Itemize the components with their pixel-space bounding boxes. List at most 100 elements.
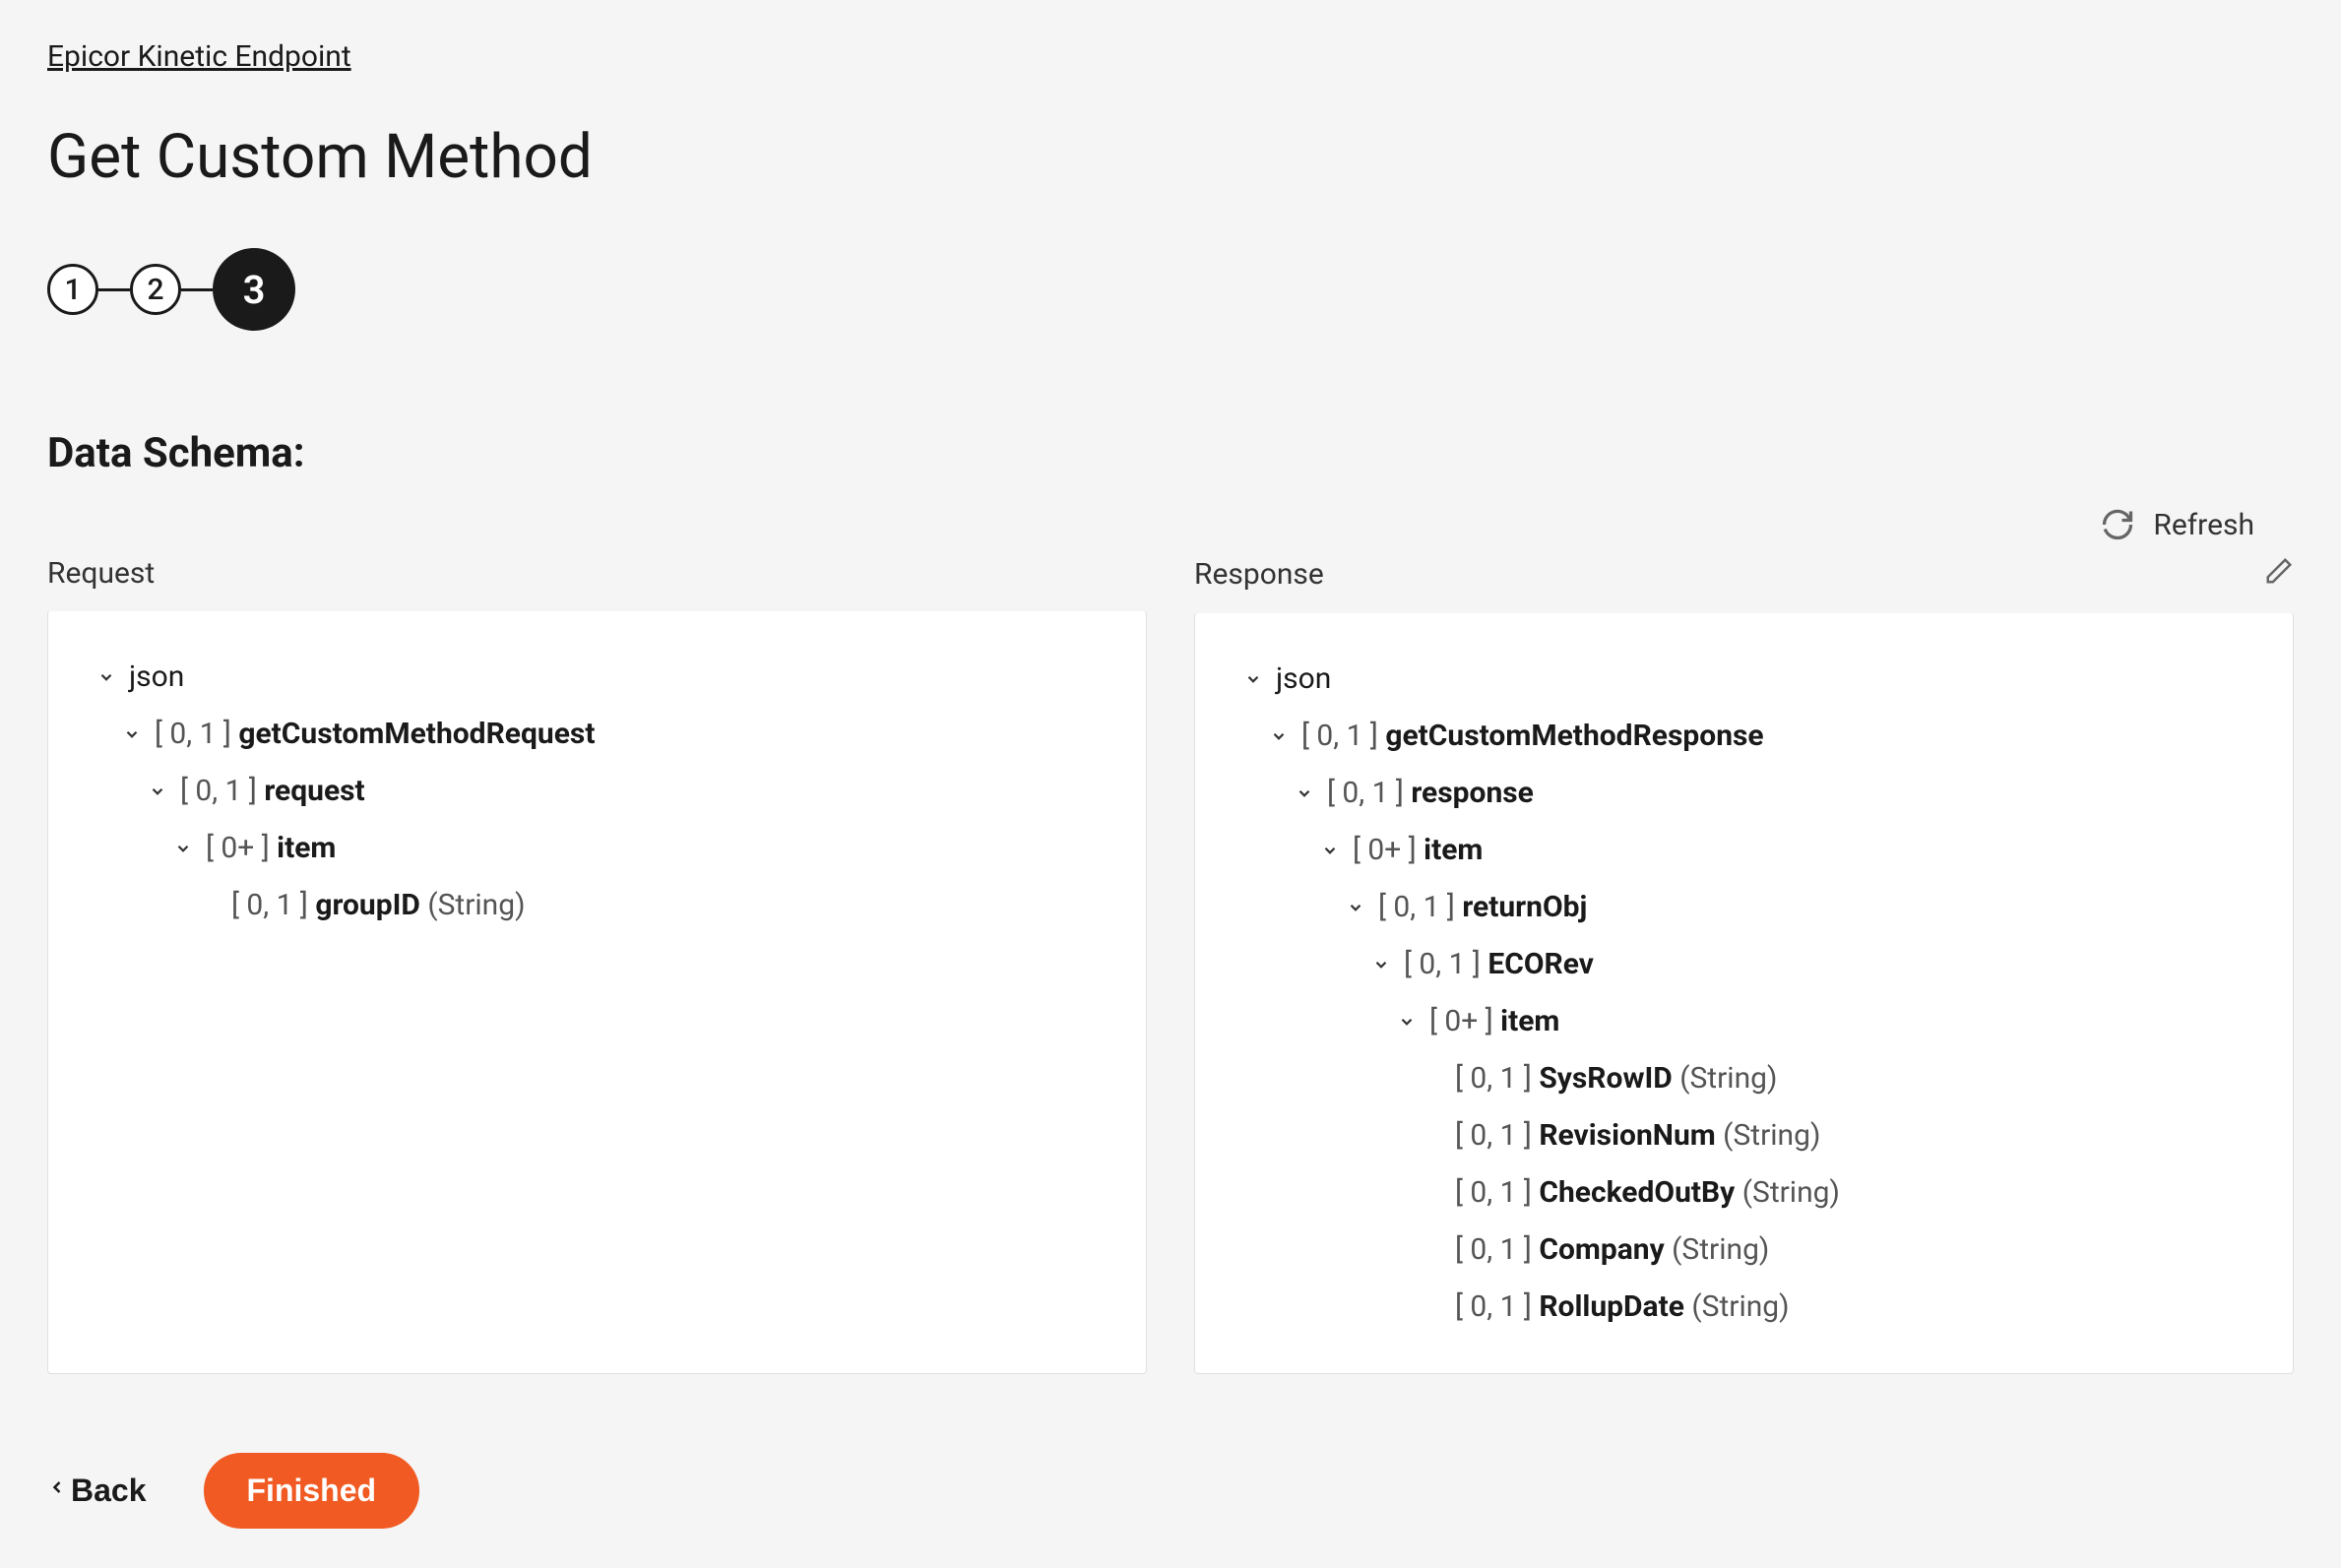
tree-node-label: [ 0, 1 ] SysRowID (String): [1455, 1058, 1777, 1099]
tree-node-label: [ 0+ ] item: [1429, 1001, 1559, 1042]
chevron-down-icon[interactable]: [1244, 669, 1262, 689]
node-cardinality: [ 0, 1 ]: [1455, 1232, 1539, 1267]
tree-node: [ 0, 1 ] RollupDate (String): [1244, 1279, 2244, 1336]
node-name: response: [1411, 776, 1534, 810]
node-name: item: [1424, 833, 1483, 867]
tree-node-label: [ 0, 1 ] getCustomMethodRequest: [155, 714, 595, 755]
node-type: (String): [1684, 1289, 1790, 1324]
node-name: CheckedOutBy: [1539, 1175, 1735, 1210]
request-title: Request: [47, 556, 155, 591]
refresh-icon[interactable]: [2100, 507, 2135, 542]
tree-node[interactable]: [ 0, 1 ] getCustomMethodRequest: [97, 706, 1097, 763]
node-cardinality: [ 0, 1 ]: [155, 717, 238, 751]
schema-toolbar: Refresh: [47, 507, 2294, 542]
node-name: RollupDate: [1539, 1289, 1684, 1324]
chevron-down-icon[interactable]: [1270, 726, 1288, 746]
node-name: RevisionNum: [1539, 1118, 1715, 1153]
page-title: Get Custom Method: [47, 121, 2294, 193]
step-3[interactable]: 3: [213, 248, 295, 331]
response-schema-panel: json[ 0, 1 ] getCustomMethodResponse[ 0,…: [1194, 612, 2294, 1374]
step-1[interactable]: 1: [47, 264, 98, 315]
wizard-stepper: 1 2 3: [47, 248, 2294, 331]
node-cardinality: [ 0, 1 ]: [1327, 776, 1411, 810]
back-label: Back: [71, 1473, 147, 1509]
tree-node-label: [ 0, 1 ] RollupDate (String): [1455, 1286, 1790, 1328]
node-type: (String): [1735, 1175, 1840, 1210]
step-2[interactable]: 2: [130, 264, 181, 315]
back-button[interactable]: Back: [47, 1473, 147, 1510]
tree-node[interactable]: [ 0+ ] item: [1244, 822, 2244, 879]
response-column: Response json [ 0, 1 ] getCustomMethodRes…: [1194, 548, 2294, 1374]
chevron-down-icon[interactable]: [1347, 898, 1364, 917]
step-connector: [98, 288, 130, 291]
tree-node[interactable]: [ 0, 1 ] response: [1244, 765, 2244, 822]
tree-node[interactable]: [ 0+ ] item: [1244, 993, 2244, 1050]
tree-node-label: [ 0, 1 ] RevisionNum (String): [1455, 1115, 1820, 1157]
request-column: Request json [ 0, 1 ] getCustomMethodRequ…: [47, 548, 1147, 1374]
tree-node[interactable]: [ 0+ ] item: [97, 820, 1097, 877]
node-name: json: [1276, 661, 1331, 696]
tree-node-label: [ 0, 1 ] groupID (String): [231, 885, 526, 926]
section-title: Data Schema:: [47, 429, 2294, 477]
node-name: Company: [1539, 1232, 1664, 1267]
node-type: (String): [1716, 1118, 1821, 1153]
tree-node: [ 0, 1 ] RevisionNum (String): [1244, 1107, 2244, 1164]
chevron-left-icon: [47, 1473, 67, 1510]
schema-grid: Request json [ 0, 1 ] getCustomMethodRequ…: [47, 548, 2294, 1374]
tree-node-label: [ 0, 1 ] ECORev: [1404, 944, 1594, 985]
tree-node[interactable]: [ 0, 1 ] returnObj: [1244, 879, 2244, 936]
tree-node[interactable]: [ 0, 1 ] ECORev: [1244, 936, 2244, 993]
node-cardinality: [ 0, 1 ]: [1301, 719, 1385, 753]
tree-node[interactable]: json: [1244, 651, 2244, 708]
tree-node[interactable]: json: [97, 649, 1097, 706]
tree-node-label: [ 0, 1 ] getCustomMethodResponse: [1301, 716, 1764, 757]
chevron-down-icon[interactable]: [1398, 1012, 1416, 1032]
node-cardinality: [ 0, 1 ]: [231, 888, 315, 922]
tree-node-label: [ 0, 1 ] returnObj: [1378, 887, 1587, 928]
node-type: (String): [1673, 1061, 1778, 1096]
chevron-down-icon[interactable]: [1296, 784, 1313, 803]
node-name: groupID: [315, 888, 420, 922]
tree-node-label: [ 0, 1 ] response: [1327, 773, 1534, 814]
node-name: SysRowID: [1539, 1061, 1672, 1096]
node-cardinality: [ 0, 1 ]: [1455, 1061, 1539, 1096]
node-cardinality: [ 0, 1 ]: [1455, 1118, 1539, 1153]
chevron-down-icon[interactable]: [174, 839, 192, 858]
node-type: (String): [420, 888, 526, 922]
response-title: Response: [1194, 557, 1324, 592]
node-name: item: [277, 831, 336, 865]
node-name: returnObj: [1462, 890, 1587, 924]
tree-node: [ 0, 1 ] Company (String): [1244, 1222, 2244, 1279]
node-cardinality: [ 0, 1 ]: [1455, 1175, 1539, 1210]
tree-node: [ 0, 1 ] CheckedOutBy (String): [1244, 1164, 2244, 1222]
node-type: (String): [1665, 1232, 1770, 1267]
tree-node-label: [ 0, 1 ] CheckedOutBy (String): [1455, 1172, 1840, 1214]
tree-node[interactable]: [ 0, 1 ] request: [97, 763, 1097, 820]
tree-node-label: [ 0+ ] item: [206, 828, 336, 869]
edit-icon[interactable]: [2264, 556, 2294, 593]
chevron-down-icon[interactable]: [123, 724, 141, 744]
node-name: item: [1500, 1004, 1559, 1038]
tree-node-label: [ 0+ ] item: [1353, 830, 1483, 871]
node-cardinality: [ 0+ ]: [1429, 1004, 1500, 1038]
node-cardinality: [ 0, 1 ]: [1455, 1289, 1539, 1324]
finished-button[interactable]: Finished: [204, 1453, 420, 1529]
breadcrumb-link[interactable]: Epicor Kinetic Endpoint: [47, 39, 351, 74]
tree-node-label: [ 0, 1 ] Company (String): [1455, 1229, 1769, 1271]
node-name: request: [264, 774, 364, 808]
tree-node: [ 0, 1 ] groupID (String): [97, 877, 1097, 934]
tree-node[interactable]: [ 0, 1 ] getCustomMethodResponse: [1244, 708, 2244, 765]
refresh-label[interactable]: Refresh: [2153, 508, 2254, 542]
chevron-down-icon[interactable]: [97, 667, 115, 687]
chevron-down-icon[interactable]: [1372, 955, 1390, 974]
tree-node-label: json: [129, 657, 184, 698]
node-cardinality: [ 0, 1 ]: [1378, 890, 1462, 924]
chevron-down-icon[interactable]: [1321, 841, 1339, 860]
footer-buttons: Back Finished: [47, 1453, 2294, 1529]
chevron-down-icon[interactable]: [149, 782, 166, 801]
node-name: getCustomMethodRequest: [238, 717, 595, 751]
node-name: ECORev: [1487, 947, 1594, 981]
node-cardinality: [ 0+ ]: [206, 831, 277, 865]
node-cardinality: [ 0, 1 ]: [180, 774, 264, 808]
node-cardinality: [ 0+ ]: [1353, 833, 1424, 867]
